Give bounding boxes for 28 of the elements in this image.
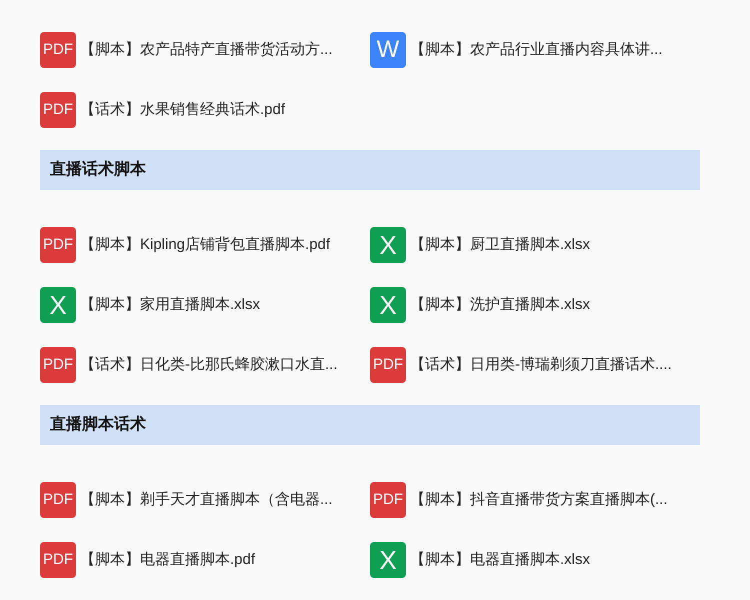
file-link[interactable]: 【脚本】Kipling店铺背包直播脚本.pdf xyxy=(80,234,330,256)
pdf-file-icon: PDF xyxy=(40,227,76,263)
file-link[interactable]: 【脚本】厨卫直播脚本.xlsx xyxy=(410,234,590,256)
file-link[interactable]: 【脚本】电器直播脚本.xlsx xyxy=(410,548,590,572)
file-link[interactable]: 【话术】日化类-比那氏蜂胶漱口水直... xyxy=(80,354,338,376)
file-link[interactable]: 【脚本】洗护直播脚本.xlsx xyxy=(410,294,590,316)
pdf-file-icon: PDF xyxy=(40,542,76,578)
file-link[interactable]: 【脚本】抖音直播带货方案直播脚本(... xyxy=(410,488,668,512)
pdf-file-icon: PDF xyxy=(370,347,406,383)
pdf-file-icon: PDF xyxy=(40,482,76,518)
excel-file-icon: X xyxy=(370,287,406,323)
file-link[interactable]: 【脚本】家用直播脚本.xlsx xyxy=(80,294,260,316)
pdf-file-icon: PDF xyxy=(40,347,76,383)
pdf-file-icon: PDF xyxy=(370,482,406,518)
section-heading: 直播话术脚本 xyxy=(40,150,700,190)
file-link[interactable]: 【脚本】剃手天才直播脚本（含电器... xyxy=(80,488,333,512)
file-link[interactable]: 【脚本】农产品行业直播内容具体讲... xyxy=(410,38,663,62)
excel-file-icon: X xyxy=(370,227,406,263)
word-file-icon: W xyxy=(370,32,406,68)
file-link[interactable]: 【脚本】电器直播脚本.pdf xyxy=(80,548,256,572)
section-heading: 直播脚本话术 xyxy=(40,405,700,445)
pdf-file-icon: PDF xyxy=(40,92,76,128)
file-link[interactable]: 【脚本】农产品特产直播带货活动方... xyxy=(80,38,333,62)
pdf-file-icon: PDF xyxy=(40,32,76,68)
excel-file-icon: X xyxy=(370,542,406,578)
excel-file-icon: X xyxy=(40,287,76,323)
file-link[interactable]: 【话术】水果销售经典话术.pdf xyxy=(80,98,286,122)
file-link[interactable]: 【话术】日用类-博瑞剃须刀直播话术.... xyxy=(410,354,672,376)
